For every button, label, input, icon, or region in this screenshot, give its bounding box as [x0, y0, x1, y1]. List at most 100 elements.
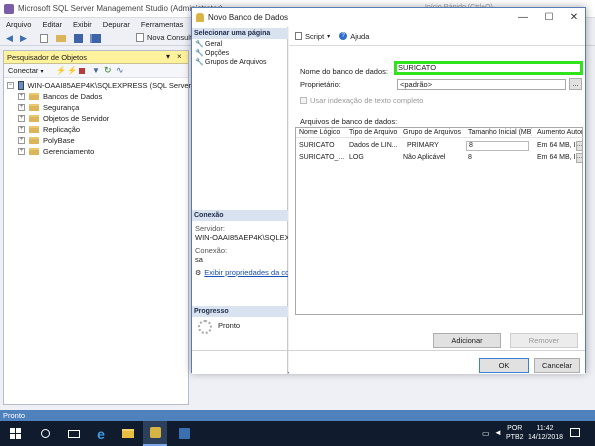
activity-icon[interactable]: ∿ [116, 65, 124, 76]
pin-icon[interactable]: ▾ [166, 52, 170, 61]
notification-icon[interactable] [570, 428, 580, 437]
cell-logical-name[interactable]: SURICATO [299, 141, 344, 151]
dialog-toolbar: Script ▾ ? Ajuda [289, 27, 585, 46]
start-button[interactable] [0, 421, 30, 446]
object-explorer-panel: Pesquisador de Objetos ▾ × Conectar ▾ ⚡ … [3, 50, 191, 405]
tree-item-objetos-de-servidor[interactable]: + Objetos de Servidor [18, 113, 202, 124]
fulltext-checkbox[interactable]: Usar indexação de texto completo [300, 96, 423, 105]
filter-icon[interactable]: ▼ [92, 66, 100, 75]
column-logical-name[interactable]: Nome Lógico [299, 128, 344, 138]
chevron-down-icon: ▾ [327, 33, 331, 40]
stop-icon[interactable] [79, 68, 85, 74]
tree-item-polybase[interactable]: + PolyBase [18, 135, 202, 146]
menu-editar[interactable]: Editar [42, 20, 62, 29]
db-name-input[interactable]: SURICATO [397, 64, 580, 72]
progress-status: Pronto [218, 321, 241, 330]
menu-depurar[interactable]: Depurar [103, 20, 130, 29]
forward-icon[interactable]: ▶ [20, 33, 27, 44]
expand-icon[interactable]: + [18, 137, 25, 144]
expand-icon[interactable]: + [18, 126, 25, 133]
script-button[interactable]: Script [305, 32, 324, 41]
disconnect-icon[interactable]: ⚡ [67, 66, 77, 75]
clock-time: 11:42 [536, 425, 554, 432]
table-row[interactable]: SURICATO Dados de LIN... PRIMARY 8 Em 64… [296, 140, 583, 152]
close-button[interactable]: ✕ [562, 8, 586, 27]
tree-item-seguranca[interactable]: + Segurança [18, 102, 202, 113]
connection-header: Conexão [192, 210, 288, 221]
server-node[interactable]: − WIN-OAAI85AEP4K\SQLEXPRESS (SQL Server [7, 80, 191, 91]
cell-file-type: Dados de LIN... [349, 142, 397, 149]
column-initial-size[interactable]: Tamanho Inicial (MB) [468, 128, 532, 138]
expand-icon[interactable]: + [18, 93, 25, 100]
autogrowth-edit-button[interactable]: ... [576, 153, 583, 163]
tree-item-gerenciamento[interactable]: + Gerenciamento [18, 146, 202, 157]
taskbar-explorer[interactable] [116, 421, 140, 446]
expand-icon[interactable]: + [18, 148, 25, 155]
column-autogrowth[interactable]: Aumento Automá [537, 128, 582, 138]
column-filegroup[interactable]: Grupo de Arquivos [403, 128, 461, 138]
menu-exibir[interactable]: Exibir [73, 20, 92, 29]
close-panel-icon[interactable]: × [177, 52, 182, 61]
cell-initial-size[interactable]: 8 [466, 141, 529, 151]
connect-button[interactable]: Conectar ▾ [8, 66, 44, 75]
autogrowth-edit-button[interactable]: ... [576, 141, 583, 151]
network-icon[interactable]: ▭ [482, 429, 490, 438]
language-indicator[interactable]: POR PTB2 [506, 424, 524, 442]
open-icon[interactable] [56, 35, 66, 42]
owner-input[interactable]: <padrão> [397, 79, 566, 90]
taskbar-ssms[interactable] [143, 421, 167, 446]
page-geral[interactable]: 🔧 Geral [195, 40, 222, 49]
add-file-button[interactable]: Adicionar [433, 333, 501, 348]
minimize-button[interactable]: — [511, 8, 535, 27]
folder-icon [29, 126, 39, 133]
general-page-content: Script ▾ ? Ajuda Nome do banco de dados:… [192, 27, 585, 374]
search-button[interactable] [33, 421, 57, 446]
maximize-button[interactable]: ☐ [537, 8, 561, 27]
expand-icon[interactable]: + [18, 115, 25, 122]
new-query-button[interactable]: Nova Consulta [136, 33, 196, 42]
help-button[interactable]: Ajuda [350, 32, 369, 41]
page-opcoes[interactable]: 🔧 Opções [195, 49, 229, 58]
cancel-button[interactable]: Cancelar [534, 358, 580, 373]
cell-initial-size[interactable]: 8 [468, 153, 528, 163]
edge-icon: e [97, 425, 105, 442]
status-bar: Pronto [0, 410, 595, 421]
browse-owner-button[interactable]: ... [569, 78, 582, 90]
new-query-icon [136, 33, 144, 42]
menu-arquivo[interactable]: Arquivo [6, 20, 31, 29]
remove-file-button[interactable]: Remover [510, 333, 578, 348]
view-connection-properties-link[interactable]: ⚙ Exibir propriedades da conexã [195, 268, 288, 277]
back-icon[interactable]: ◀ [6, 33, 13, 44]
taskbar-app[interactable] [172, 421, 196, 446]
task-view-button[interactable] [62, 421, 86, 446]
page-grupos-de-arquivos[interactable]: 🔧 Grupos de Arquivos [195, 58, 266, 67]
menu-ferramentas[interactable]: Ferramentas [141, 20, 184, 29]
windows-icon [9, 428, 21, 439]
refresh-icon[interactable]: ↻ [104, 65, 112, 76]
collapse-icon[interactable]: − [7, 82, 14, 89]
cell-filegroup[interactable]: PRIMARY [407, 141, 461, 151]
ok-button[interactable]: OK [479, 358, 529, 373]
table-row[interactable]: SURICATO_... LOG Não Aplicável 8 Em 64 M… [296, 152, 583, 164]
new-file-icon[interactable] [40, 34, 48, 43]
task-view-icon [68, 429, 80, 438]
save-icon[interactable] [74, 34, 83, 43]
script-icon [295, 32, 302, 40]
tree-item-replicacao[interactable]: + Replicação [18, 124, 202, 135]
tree-item-label: Gerenciamento [43, 147, 95, 156]
tree-item-bancos-de-dados[interactable]: + Bancos de Dados [18, 91, 202, 102]
taskbar-edge[interactable]: e [89, 421, 113, 446]
tree-item-label: Replicação [43, 125, 81, 134]
cell-logical-name[interactable]: SURICATO_... [299, 153, 344, 163]
connect-icon[interactable]: ⚡ [56, 66, 66, 75]
expand-icon[interactable]: + [18, 104, 25, 111]
ssms-app-icon [4, 4, 14, 14]
dialog-title: Novo Banco de Dados [208, 13, 289, 22]
page-label: Opções [205, 50, 230, 57]
volume-icon[interactable]: ◄ [494, 428, 502, 437]
clock[interactable]: 11:42 14/12/2018 [528, 424, 563, 442]
column-file-type[interactable]: Tipo de Arquivo [349, 128, 397, 138]
save-all-icon[interactable] [90, 34, 101, 43]
db-name-label: Nome do banco de dados: [300, 67, 388, 76]
wrench-icon: 🔧 [195, 59, 204, 66]
